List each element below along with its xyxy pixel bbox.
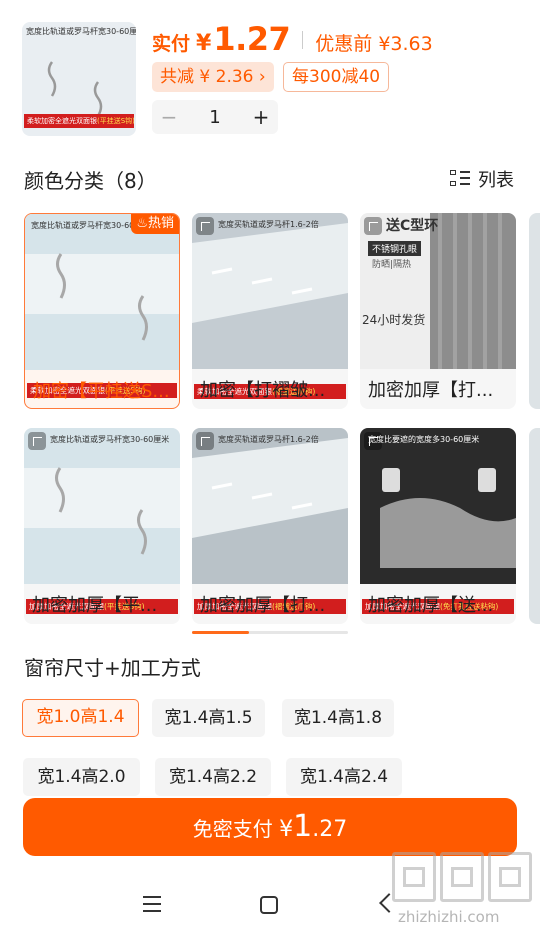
variant-subtag: 防晒|隔热 (372, 260, 412, 270)
variant-card[interactable]: 宽度买轨道或罗马杆1.6-2倍 加厚加密全遮光双面银(褶皱送爪钩) 加密加厚【打… (192, 428, 348, 624)
curtain-dark-illustration (380, 468, 516, 568)
quantity-value[interactable]: 1 (186, 107, 244, 128)
list-view-label: 列表 (478, 170, 514, 191)
watermark-url: zhizhizhi.com (398, 908, 500, 926)
variant-image (360, 213, 516, 369)
size-option[interactable]: 宽1.4高2.0 (23, 758, 140, 796)
size-option[interactable]: 宽1.4高2.4 (286, 758, 402, 796)
variant-card[interactable]: 送C型环 不锈钢孔眼 防晒|隔热 24小时发货 加密加厚【打... (360, 213, 516, 409)
list-icon (450, 169, 470, 189)
variant-caption: 宽度买轨道或罗马杆1.6-2倍 (218, 435, 319, 444)
variant-name: 加密加厚【打... (200, 595, 326, 616)
hook-illustration (24, 467, 180, 555)
pay-label: 免密支付 (192, 817, 273, 841)
increase-button[interactable]: + (244, 105, 278, 129)
variant-card[interactable]: 宽度比轨道或罗马杆宽30-60厘米 柔软加密全遮光双面银(平挂送S钩) ♨热销 … (24, 213, 180, 409)
variant-card[interactable]: 宽度比要遮的宽度多30-60厘米 加厚加密全遮光双面银(免打孔挂送粘钩) 加密加… (360, 428, 516, 624)
size-option-selected[interactable]: 宽1.0高1.4 (22, 699, 139, 737)
hook-illustration (25, 253, 179, 341)
variant-tag: 不锈钢孔眼 (368, 241, 422, 256)
variant-card[interactable]: 宽度比轨道或罗马杆宽30-60厘米 加厚加密全遮光双面银(平挂送S钩) 加密加厚… (24, 428, 180, 624)
variant-name: 加密加厚【打... (368, 380, 494, 401)
variant-caption: 宽度比要遮的宽度多30-60厘米 (368, 435, 480, 444)
pay-amount: ¥1.27 (279, 809, 348, 844)
variant-shipping: 24小时发货 (362, 313, 426, 327)
watermark-logo (392, 852, 532, 902)
variant-name: 加密加厚【平... (32, 595, 158, 616)
carousel-scroll-thumb (192, 631, 249, 634)
s-hook-image (47, 61, 103, 117)
expand-icon[interactable] (28, 432, 46, 450)
size-option[interactable]: 宽1.4高2.2 (155, 758, 271, 796)
final-price: 1.27 (213, 20, 291, 58)
pleat-illustration (192, 438, 348, 538)
variant-name: 加密【打褶皱... (200, 380, 326, 401)
price-row: 实付 ¥ 1.27 优惠前 ¥3.63 (152, 20, 433, 60)
expand-icon[interactable] (196, 432, 214, 450)
flame-icon: ♨ (136, 216, 148, 231)
variant-card-peek[interactable] (529, 428, 540, 624)
variant-name: 加密加厚【送... (368, 595, 494, 616)
price-currency: ¥ (196, 31, 212, 56)
discount-detail-chip[interactable]: 共减 ¥ 2.36 › (152, 62, 274, 92)
promo-badge: 每300减40 (283, 62, 390, 92)
original-price: 优惠前 ¥3.63 (315, 33, 433, 55)
pleat-illustration (192, 223, 348, 323)
home-icon[interactable] (260, 896, 278, 914)
variant-image (24, 428, 180, 584)
variant-caption: 宽度比轨道或罗马杆宽30-60厘米 (50, 435, 170, 444)
variant-image (192, 428, 348, 584)
quantity-stepper: − 1 + (152, 100, 278, 134)
size-section-title: 窗帘尺寸+加工方式 (24, 656, 201, 680)
variant-image (360, 428, 516, 584)
color-section-title: 颜色分类（8） (24, 169, 157, 193)
recent-apps-icon[interactable] (143, 896, 161, 912)
size-option[interactable]: 宽1.4高1.5 (152, 699, 265, 737)
list-view-toggle[interactable]: 列表 (450, 166, 514, 192)
variant-caption: 送C型环 (386, 218, 439, 234)
curtain-illustration (430, 213, 516, 369)
site-watermark: zhizhizhi.com (392, 852, 532, 926)
size-option[interactable]: 宽1.4高1.8 (282, 699, 394, 737)
thumbnail-band: 柔软加密全遮光双面银(平挂送S钩) (24, 114, 134, 128)
variant-caption: 宽度买轨道或罗马杆1.6-2倍 (218, 220, 319, 229)
thumbnail-caption: 宽度比轨道或罗马杆宽30-60厘米 (26, 27, 136, 36)
expand-icon[interactable] (196, 217, 214, 235)
variant-image (192, 213, 348, 369)
variant-name: 加密【平挂送S... (33, 381, 170, 402)
price-divider (302, 31, 304, 49)
variant-image (25, 214, 179, 370)
variant-card[interactable]: 宽度买轨道或罗马杆1.6-2倍 柔软加密全遮光双面银(褶皱送爪钩) 加密【打褶皱… (192, 213, 348, 409)
product-thumbnail[interactable]: 宽度比轨道或罗马杆宽30-60厘米 柔软加密全遮光双面银(平挂送S钩) (22, 22, 136, 136)
variant-card-peek[interactable] (529, 213, 540, 409)
final-price-label: 实付 (152, 33, 191, 55)
password-free-pay-button[interactable]: 免密支付 ¥1.27 (23, 798, 517, 856)
expand-icon[interactable] (364, 217, 382, 235)
hot-sale-badge: ♨热销 (131, 214, 179, 234)
decrease-button[interactable]: − (152, 105, 186, 129)
